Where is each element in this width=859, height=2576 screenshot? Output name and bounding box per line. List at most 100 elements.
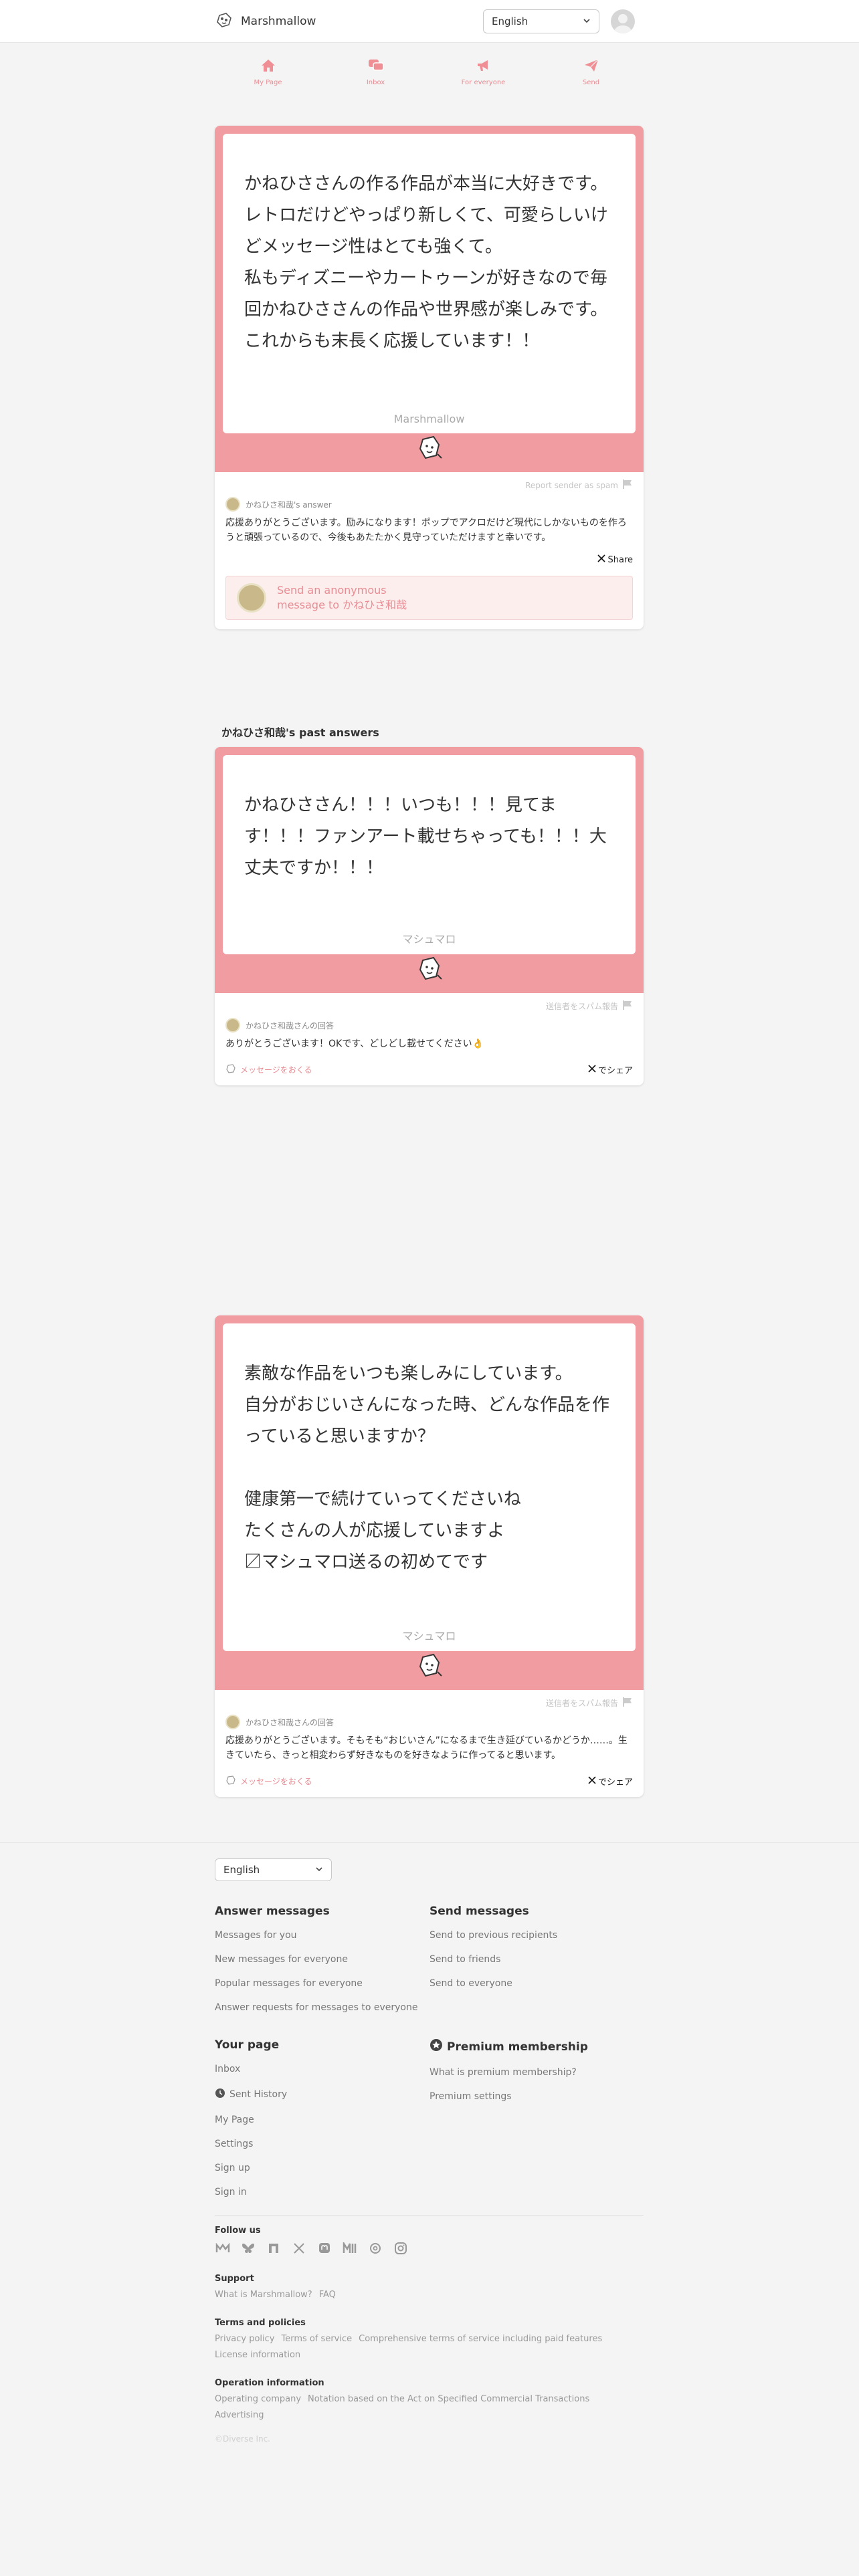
copyright: ©Diverse Inc.: [215, 2434, 270, 2444]
marshmallow-small-icon: [225, 1063, 236, 1076]
share-label: でシェア: [597, 1066, 633, 1076]
share-button[interactable]: でシェア: [588, 1063, 633, 1076]
footer-link[interactable]: My Page: [215, 2115, 422, 2125]
share-button[interactable]: でシェア: [588, 1775, 633, 1788]
operation-links: Operating company Notation based on the A…: [215, 2391, 644, 2424]
answer-header: かねひさ和哉's answer: [225, 497, 633, 512]
send-anonymous-message-button[interactable]: Send an anonymous message to かねひさ和哉: [225, 576, 633, 620]
bluesky-icon[interactable]: [240, 2240, 256, 2256]
report-label: 送信者をスパム報告: [545, 1699, 618, 1708]
misskey-icon[interactable]: [215, 2240, 231, 2256]
misskey-io-icon[interactable]: [342, 2240, 358, 2256]
footer-link[interactable]: Answer requests for messages to everyone: [215, 2002, 422, 2013]
footer-link[interactable]: What is premium membership?: [430, 2067, 637, 2078]
past-answers-title: かねひさ和哉's past answers: [221, 726, 379, 739]
share-label: でシェア: [597, 1778, 633, 1788]
premium-title: Premium membership: [447, 2040, 588, 2054]
answer-header: かねひさ和哉さんの回答: [225, 1018, 633, 1033]
answer-text: 応援ありがとうございます。励みになります！ポップでアクロだけど現代にしかないもの…: [225, 518, 627, 543]
past-answer-card: 素敵な作品をいつも楽しみにしています。 自分がおじいさんになった時、どんな作品を…: [215, 1315, 644, 1797]
instagram-icon[interactable]: [393, 2240, 409, 2256]
footer-link[interactable]: Operating company: [215, 2394, 301, 2404]
megaphone-icon: [476, 59, 491, 75]
tab-label: Send: [582, 79, 600, 86]
social-links: [215, 2240, 409, 2256]
footer-link[interactable]: Sign in: [215, 2187, 422, 2197]
footer-link[interactable]: Terms of service: [281, 2334, 352, 2344]
follow-us-heading: Follow us: [215, 2226, 261, 2236]
tab-label: For everyone: [461, 79, 506, 86]
footer-link[interactable]: Messages for you: [215, 1930, 422, 1941]
x-logo-icon: [597, 554, 606, 565]
premium-badge-icon: [430, 2038, 443, 2055]
footer-language-select[interactable]: English: [215, 1858, 332, 1881]
card-body: 送信者をスパム報告 かねひさ和哉さんの回答 ありがとうございます！OKです、どし…: [215, 993, 644, 1085]
recipient-avatar: [237, 583, 266, 613]
app-name: Marshmallow: [241, 15, 316, 28]
logo[interactable]: Marshmallow: [214, 11, 316, 32]
tab-my-page[interactable]: My Page: [228, 59, 308, 99]
footer-link[interactable]: Inbox: [215, 2064, 422, 2074]
footer-link[interactable]: Send to everyone: [430, 1978, 637, 1989]
tab-for-everyone[interactable]: For everyone: [444, 59, 524, 99]
footer-link[interactable]: Comprehensive terms of service including…: [359, 2334, 602, 2344]
language-value: English: [492, 15, 529, 27]
answer-text: ありがとうございます！OKです、どしどし載せてください👌: [225, 1039, 484, 1049]
mastodon-icon[interactable]: [316, 2240, 332, 2256]
answerer-avatar: [225, 1018, 240, 1033]
footer-answer-messages: Answer messages Messages for you New mes…: [215, 1905, 422, 2026]
footer-link[interactable]: Premium settings: [430, 2091, 637, 2102]
note-icon[interactable]: [266, 2240, 282, 2256]
footer-link[interactable]: New messages for everyone: [215, 1954, 422, 1965]
footer-link[interactable]: What is Marshmallow?: [215, 2290, 312, 2300]
main-nav: My Page Inbox For everyone Send: [214, 59, 645, 99]
send-message-link[interactable]: メッセージをおくる: [225, 1063, 312, 1076]
footer-send-messages: Send messages Send to previous recipient…: [430, 1905, 637, 2002]
tab-inbox[interactable]: Inbox: [336, 59, 416, 99]
report-spam-link[interactable]: 送信者をスパム報告: [225, 1697, 633, 1709]
share-button[interactable]: Share: [597, 554, 633, 565]
marshmallow-logo-icon: [214, 10, 234, 33]
share-row: Share: [225, 554, 633, 565]
answerer-label: かねひさ和哉さんの回答: [246, 1717, 335, 1727]
footer-premium: Premium membership What is premium membe…: [430, 2038, 637, 2115]
footer-link[interactable]: Send to previous recipients: [430, 1930, 637, 1941]
user-avatar[interactable]: [611, 9, 635, 33]
report-spam-link[interactable]: Report sender as spam: [225, 479, 633, 492]
footer-link[interactable]: Settings: [215, 2139, 422, 2149]
threads-icon[interactable]: [367, 2240, 383, 2256]
mascot-row: [223, 954, 636, 985]
watermark: マシュマロ: [402, 1630, 456, 1642]
send-prompt-line2: message to かねひさ和哉: [277, 599, 407, 611]
tab-send[interactable]: Send: [551, 59, 632, 99]
report-spam-link[interactable]: 送信者をスパム報告: [225, 1000, 633, 1012]
footer-link[interactable]: Send to friends: [430, 1954, 637, 1965]
send-prompt: Send an anonymous message to かねひさ和哉: [277, 583, 407, 613]
message-box: 素敵な作品をいつも楽しみにしています。 自分がおじいさんになった時、どんな作品を…: [223, 1323, 636, 1651]
footer-link[interactable]: Notation based on the Act on Specified C…: [308, 2394, 589, 2404]
footer-link[interactable]: License information: [215, 2350, 300, 2360]
terms-links: Privacy policy Terms of service Comprehens…: [215, 2331, 644, 2363]
footer-heading-premium: Premium membership: [430, 2038, 637, 2055]
answer-text: 応援ありがとうございます。そもそも“おじいさん”になるまで生き延びているかどうか…: [225, 1735, 628, 1761]
marshmallow-mascot-icon: [415, 955, 444, 984]
send-message-link[interactable]: メッセージをおくる: [225, 1775, 312, 1788]
footer-link[interactable]: FAQ: [319, 2290, 336, 2300]
footer-link[interactable]: Privacy policy: [215, 2334, 274, 2344]
mascot-row: [223, 1651, 636, 1682]
footer-link-sent-history[interactable]: Sent History: [215, 2088, 422, 2101]
card-body: 送信者をスパム報告 かねひさ和哉さんの回答 応援ありがとうございます。そもそも“…: [215, 1690, 644, 1797]
operation-heading: Operation information: [215, 2378, 324, 2388]
footer-link[interactable]: Sign up: [215, 2163, 422, 2173]
marshmallow-mascot-icon: [415, 1652, 444, 1681]
watermark: マシュマロ: [402, 933, 456, 946]
share-row: メッセージをおくる でシェア: [225, 1063, 633, 1076]
x-logo-icon[interactable]: [291, 2240, 307, 2256]
footer-your-page: Your page Inbox Sent History My Page Set…: [215, 2038, 422, 2211]
footer-link[interactable]: Popular messages for everyone: [215, 1978, 422, 1989]
terms-heading: Terms and policies: [215, 2318, 306, 2328]
footer-link[interactable]: Advertising: [215, 2410, 264, 2420]
chevron-down-icon: [315, 1864, 323, 1876]
message-frame: かねひささんの作る作品が本当に大好きです。 レトロだけどやっぱり新しくて、可愛ら…: [215, 126, 644, 472]
language-select[interactable]: English: [483, 9, 599, 33]
